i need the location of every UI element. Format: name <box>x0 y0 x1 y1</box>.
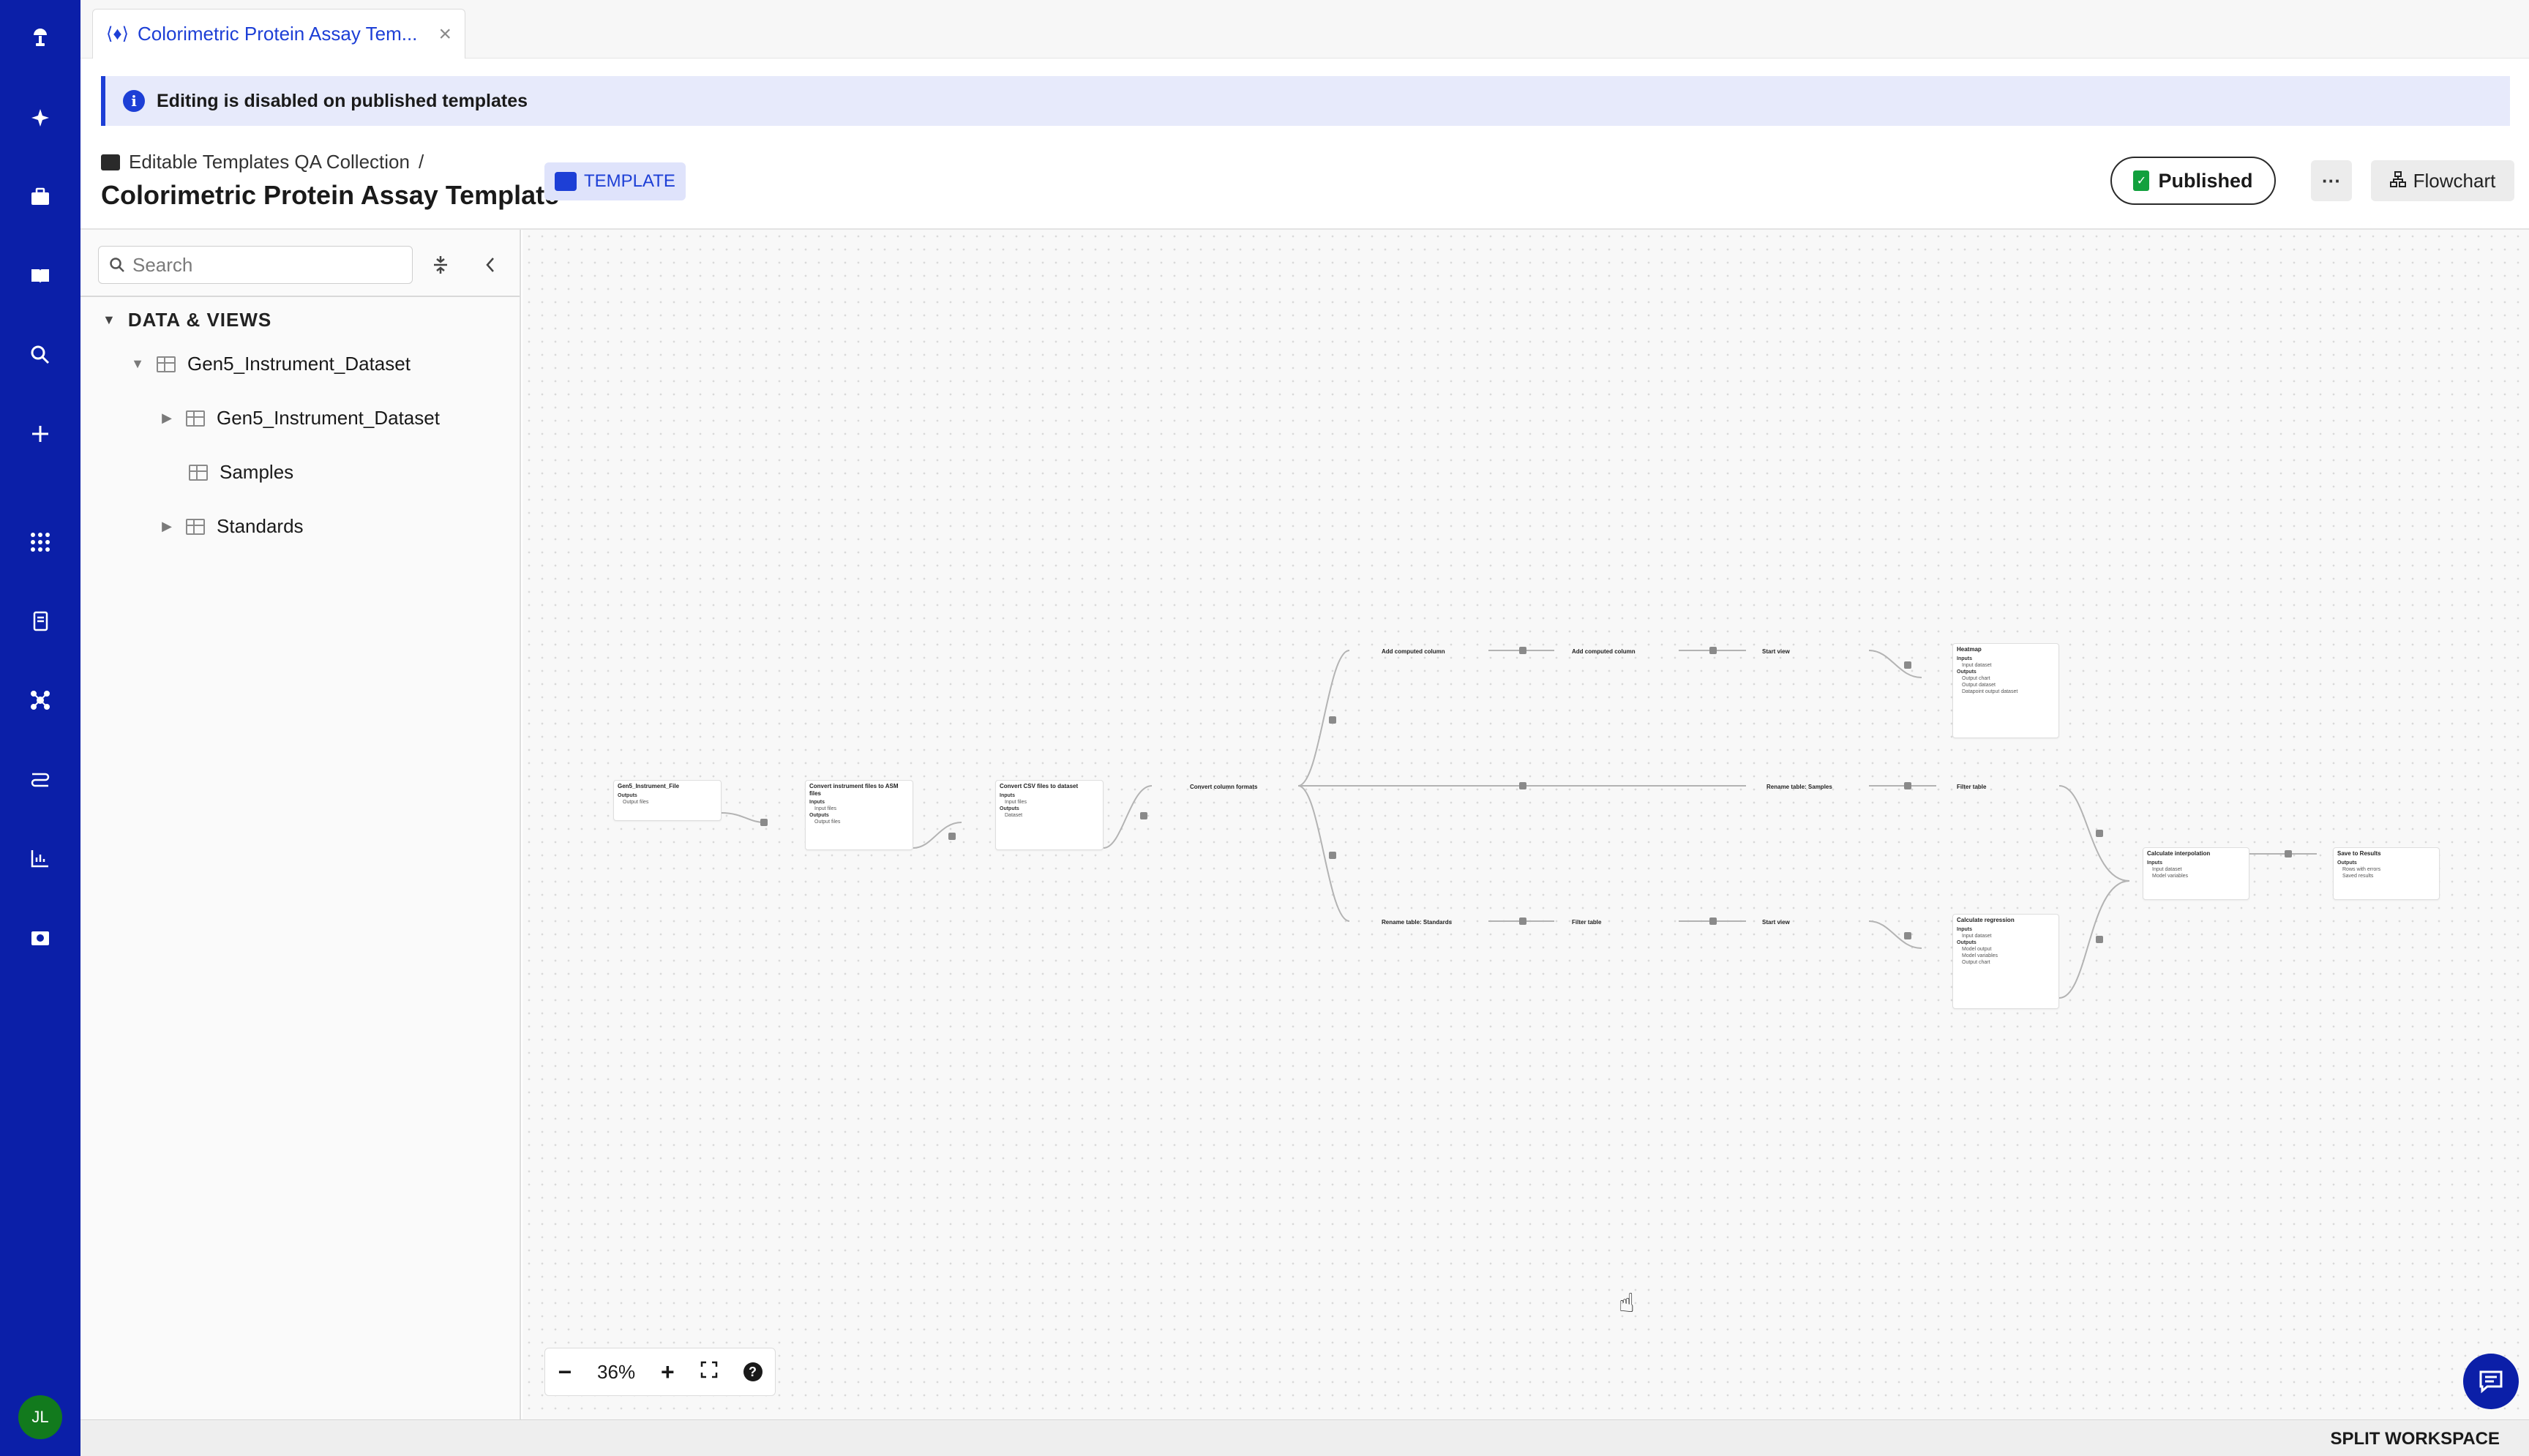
search-icon <box>110 258 124 272</box>
template-icon <box>555 172 577 191</box>
chevron-left-icon[interactable] <box>476 250 505 279</box>
book-icon[interactable] <box>20 256 60 296</box>
split-workspace-button[interactable]: SPLIT WORKSPACE <box>2330 1429 2500 1449</box>
zoom-level: 36% <box>597 1360 636 1383</box>
tree-item-gen5-dataset-root[interactable]: ▼ Gen5_Instrument_Dataset <box>130 353 411 375</box>
template-badge: TEMPLATE <box>544 162 686 200</box>
table-icon <box>189 464 208 481</box>
template-tab-icon: ⟨♦⟩ <box>106 24 129 44</box>
tab-title: Colorimetric Protein Assay Tem... <box>137 23 418 45</box>
node-add-computed-column-1[interactable]: Add computed column <box>1382 645 1445 658</box>
camera-folder-icon[interactable] <box>20 917 60 957</box>
data-views-panel: ▼ DATA & VIEWS ▼ Gen5_Instrument_Dataset… <box>80 230 521 1419</box>
node-convert-csv[interactable]: Convert CSV files to dataset Inputs Inpu… <box>995 780 1104 850</box>
tree-item-gen5-dataset-child[interactable]: ▶ Gen5_Instrument_Dataset <box>160 407 440 429</box>
tab-strip: ⟨♦⟩ Colorimetric Protein Assay Tem... × <box>80 0 2529 59</box>
banner-text: Editing is disabled on published templat… <box>157 90 528 111</box>
tree-item-standards[interactable]: ▶ Standards <box>160 515 304 538</box>
apps-grid-icon[interactable] <box>20 522 60 562</box>
user-avatar[interactable]: JL <box>18 1395 62 1439</box>
chevron-right-icon[interactable]: ▶ <box>160 410 174 426</box>
breadcrumb-separator: / <box>418 151 424 173</box>
node-start-view-2[interactable]: Start view <box>1762 915 1790 928</box>
fit-screen-icon[interactable] <box>700 1361 718 1384</box>
node-convert-column-formats[interactable]: Convert column formats <box>1190 780 1257 793</box>
page-title: Colorimetric Protein Assay Template <box>101 180 560 210</box>
chevron-down-icon[interactable]: ▼ <box>130 356 145 372</box>
node-add-computed-column-2[interactable]: Add computed column <box>1572 645 1636 658</box>
node-convert-asm[interactable]: Convert instrument files to ASM files In… <box>805 780 913 850</box>
node-filter-table-1[interactable]: Filter table <box>1957 780 1986 793</box>
search-box[interactable] <box>98 246 413 284</box>
node-save-to-results[interactable]: Save to Results Outputs Rows with errors… <box>2333 847 2440 900</box>
search-icon[interactable] <box>20 335 60 375</box>
node-rename-samples[interactable]: Rename table: Samples <box>1766 780 1832 793</box>
notebook-icon[interactable] <box>20 601 60 641</box>
folder-icon <box>101 154 120 170</box>
table-icon <box>186 410 205 427</box>
node-calculate-regression[interactable]: Calculate regression Inputs Input datase… <box>1952 914 2059 1009</box>
node-heatmap[interactable]: Heatmap Inputs Input dataset Outputs Out… <box>1952 643 2059 738</box>
briefcase-icon[interactable] <box>20 177 60 217</box>
node-rename-standards[interactable]: Rename table: Standards <box>1382 915 1452 928</box>
collapse-all-icon[interactable] <box>426 250 455 279</box>
chat-icon <box>2479 1370 2503 1394</box>
tab-colorimetric-template[interactable]: ⟨♦⟩ Colorimetric Protein Assay Tem... × <box>92 9 465 59</box>
template-badge-label: TEMPLATE <box>584 171 675 191</box>
chart-icon[interactable] <box>20 838 60 878</box>
breadcrumb: Editable Templates QA Collection / <box>101 151 424 173</box>
published-label: Published <box>2158 169 2253 192</box>
zoom-out-button[interactable]: − <box>558 1359 572 1386</box>
table-icon <box>186 518 205 535</box>
info-icon: i <box>123 90 145 112</box>
chevron-right-icon[interactable]: ▶ <box>160 519 174 534</box>
chat-button[interactable] <box>2463 1354 2519 1409</box>
logo-icon[interactable] <box>20 18 60 57</box>
panel-divider <box>80 296 520 297</box>
flowchart-label: Flowchart <box>2413 169 2496 192</box>
zoom-controls: − 36% + ? <box>544 1348 776 1396</box>
flowchart-icon <box>2389 170 2406 192</box>
tree-item-label: Samples <box>220 461 294 483</box>
chevron-down-icon: ▼ <box>102 312 116 327</box>
left-nav-rail: JL <box>0 0 80 1456</box>
sparkle-icon[interactable] <box>20 98 60 138</box>
flowchart-button[interactable]: Flowchart <box>2371 160 2514 201</box>
plus-icon[interactable] <box>20 414 60 454</box>
published-button[interactable]: ✓ Published <box>2110 157 2276 205</box>
node-filter-table-2[interactable]: Filter table <box>1572 915 1601 928</box>
tree-item-samples[interactable]: Samples <box>162 461 293 484</box>
help-icon[interactable]: ? <box>743 1362 763 1381</box>
info-banner: i Editing is disabled on published templ… <box>101 76 2510 126</box>
node-gen5-instrument-file[interactable]: Gen5_Instrument_File Outputs Output file… <box>613 780 722 821</box>
section-title: DATA & VIEWS <box>127 309 272 331</box>
hand-cursor-icon: ☝ <box>1619 1288 1635 1318</box>
search-input[interactable] <box>132 253 396 277</box>
flowchart-canvas[interactable]: Gen5_Instrument_File Outputs Output file… <box>522 230 2529 1419</box>
node-start-view-1[interactable]: Start view <box>1762 645 1790 658</box>
close-icon[interactable]: × <box>438 23 452 45</box>
tree-item-label: Gen5_Instrument_Dataset <box>187 353 411 375</box>
breadcrumb-collection-link[interactable]: Editable Templates QA Collection <box>129 151 410 173</box>
molecule-icon[interactable] <box>20 680 60 720</box>
tree-item-label: Gen5_Instrument_Dataset <box>217 407 440 429</box>
section-data-views[interactable]: ▼ DATA & VIEWS <box>102 309 271 331</box>
tree-item-label: Standards <box>217 515 304 537</box>
document-check-icon: ✓ <box>2133 170 2150 191</box>
more-options-button[interactable]: ··· <box>2311 160 2352 201</box>
zoom-in-button[interactable]: + <box>661 1359 675 1386</box>
workflow-icon[interactable] <box>20 759 60 799</box>
node-calculate-interpolation[interactable]: Calculate interpolation Inputs Input dat… <box>2143 847 2249 900</box>
bottom-bar: SPLIT WORKSPACE <box>80 1419 2529 1456</box>
table-icon <box>157 356 176 372</box>
